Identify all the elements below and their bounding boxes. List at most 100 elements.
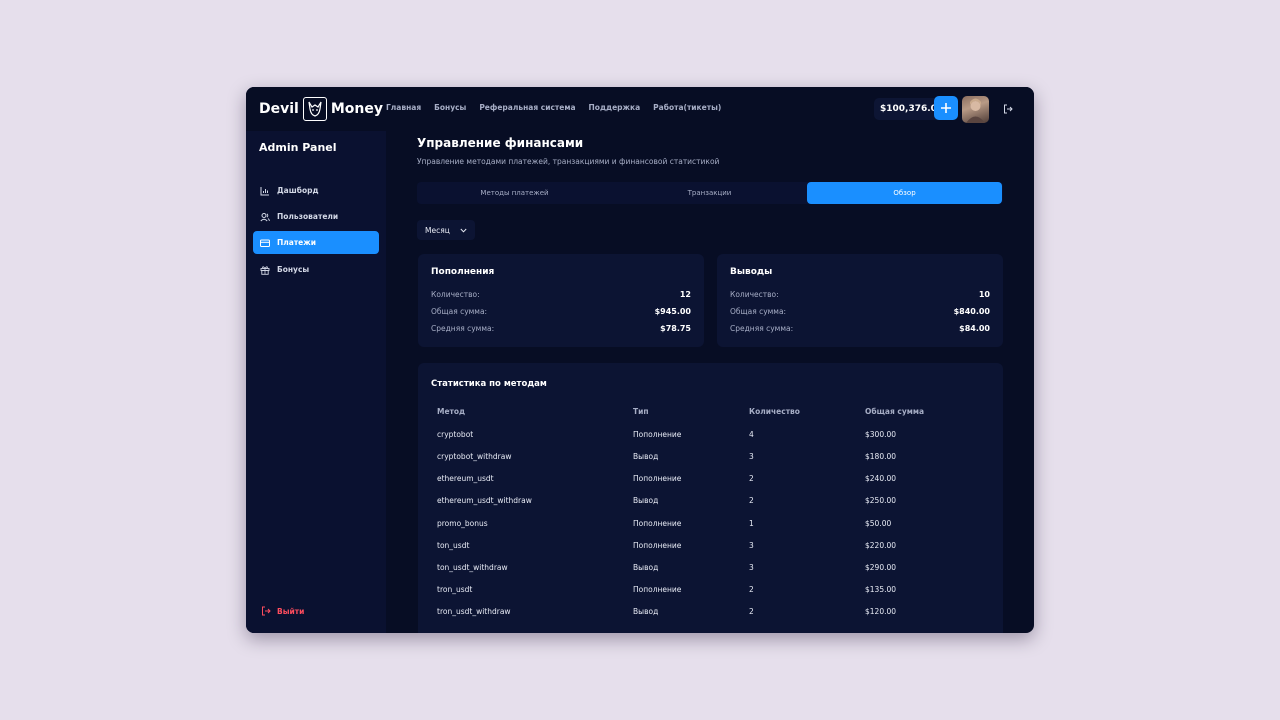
cell-total: $180.00 bbox=[865, 451, 897, 461]
card-icon bbox=[260, 238, 270, 248]
deposits-title: Пополнения bbox=[431, 267, 495, 277]
sidebar-item-payments[interactable]: Платежи bbox=[253, 231, 379, 254]
logout-icon bbox=[262, 606, 271, 616]
nav-support[interactable]: Поддержка bbox=[589, 103, 641, 112]
column-header: Метод bbox=[437, 406, 466, 416]
plus-icon bbox=[941, 103, 951, 113]
table-row: ton_usdt Пополнение 3 $220.00 bbox=[437, 538, 997, 552]
logo-text-right: Money bbox=[330, 101, 383, 117]
period-select[interactable]: Месяц bbox=[417, 220, 475, 240]
app-window: Devil Money Главная Бонусы Реферальная с… bbox=[246, 87, 1034, 633]
sidebar-item-dashboard[interactable]: Дашборд bbox=[253, 179, 379, 202]
avatar[interactable] bbox=[962, 96, 989, 123]
tab-transactions[interactable]: Транзакции bbox=[612, 182, 807, 204]
nav-home[interactable]: Главная bbox=[386, 103, 421, 112]
sidebar-item-label: Пользователи bbox=[277, 212, 339, 221]
cell-total: $300.00 bbox=[865, 429, 897, 439]
top-bar: Devil Money Главная Бонусы Реферальная с… bbox=[246, 87, 1034, 131]
withdrawals-title: Выводы bbox=[730, 267, 773, 277]
deposits-count-row: Количество: 12 bbox=[431, 288, 691, 300]
cell-type: Пополнение bbox=[633, 429, 682, 439]
cell-count: 2 bbox=[749, 606, 754, 616]
cell-method: cryptobot bbox=[437, 429, 474, 439]
table-row: tron_usdt Пополнение 2 $135.00 bbox=[437, 582, 997, 596]
cell-type: Пополнение bbox=[633, 540, 682, 550]
deposits-average-row: Средняя сумма: $78.75 bbox=[431, 322, 691, 334]
cell-total: $120.00 bbox=[865, 606, 897, 616]
sidebar-item-bonuses[interactable]: Бонусы bbox=[253, 258, 379, 281]
stat-value: $840.00 bbox=[953, 306, 990, 316]
devil-logo-icon bbox=[302, 97, 327, 121]
logout-button[interactable] bbox=[999, 100, 1017, 118]
cell-count: 3 bbox=[749, 540, 754, 550]
sidebar-item-users[interactable]: Пользователи bbox=[253, 205, 379, 228]
gift-icon bbox=[260, 265, 270, 275]
stat-value: $945.00 bbox=[654, 306, 691, 316]
cell-type: Вывод bbox=[633, 606, 659, 616]
logout-icon bbox=[1004, 104, 1013, 114]
nav-referral[interactable]: Реферальная система bbox=[479, 103, 575, 112]
cell-type: Вывод bbox=[633, 495, 659, 505]
exit-button[interactable]: Выйти bbox=[261, 606, 304, 616]
page-title: Управление финансами bbox=[417, 136, 584, 150]
methods-stats-card: Статистика по методам Метод Тип Количест… bbox=[418, 363, 1003, 633]
cell-total: $250.00 bbox=[865, 495, 897, 505]
cell-type: Вывод bbox=[633, 562, 659, 572]
exit-label: Выйти bbox=[277, 606, 305, 616]
table-header: Метод Тип Количество Общая сумма bbox=[437, 404, 997, 418]
logo[interactable]: Devil Money bbox=[259, 96, 383, 122]
cell-method: tron_usdt bbox=[437, 584, 473, 594]
page-subtitle: Управление методами платежей, транзакция… bbox=[417, 157, 720, 166]
sidebar-item-label: Бонусы bbox=[277, 265, 310, 274]
withdrawals-average-row: Средняя сумма: $84.00 bbox=[730, 322, 990, 334]
cell-count: 2 bbox=[749, 495, 754, 505]
cell-method: ton_usdt bbox=[437, 540, 470, 550]
cell-total: $220.00 bbox=[865, 540, 897, 550]
stat-value: $84.00 bbox=[959, 323, 990, 333]
stat-label: Средняя сумма: bbox=[431, 323, 495, 333]
stat-label: Количество: bbox=[431, 289, 480, 299]
tab-overview[interactable]: Обзор bbox=[807, 182, 1002, 204]
cell-total: $50.00 bbox=[865, 518, 892, 528]
cell-count: 2 bbox=[749, 584, 754, 594]
cell-method: ethereum_usdt bbox=[437, 473, 494, 483]
table-row: ton_usdt_withdraw Вывод 3 $290.00 bbox=[437, 560, 997, 574]
stat-value: 10 bbox=[978, 289, 990, 299]
cell-method: promo_bonus bbox=[437, 518, 488, 528]
sidebar-item-label: Дашборд bbox=[277, 186, 319, 195]
table-row: ethereum_usdt Пополнение 2 $240.00 bbox=[437, 471, 997, 485]
stat-label: Общая сумма: bbox=[730, 306, 787, 316]
cell-method: cryptobot_withdraw bbox=[437, 451, 512, 461]
admin-panel-title: Admin Panel bbox=[259, 141, 337, 154]
cell-count: 1 bbox=[749, 518, 754, 528]
stat-value: 12 bbox=[679, 289, 691, 299]
cell-type: Пополнение bbox=[633, 584, 682, 594]
deposits-total-row: Общая сумма: $945.00 bbox=[431, 305, 691, 317]
cell-count: 3 bbox=[749, 562, 754, 572]
chart-icon bbox=[260, 186, 270, 196]
tab-payment-methods[interactable]: Методы платежей bbox=[417, 182, 612, 204]
users-icon bbox=[260, 212, 270, 222]
stat-value: $78.75 bbox=[660, 323, 691, 333]
tab-bar: Методы платежей Транзакции Обзор bbox=[417, 182, 1003, 204]
methods-title: Статистика по методам bbox=[431, 379, 547, 389]
table-row: cryptobot Пополнение 4 $300.00 bbox=[437, 427, 997, 441]
withdrawals-total-row: Общая сумма: $840.00 bbox=[730, 305, 990, 317]
table-row: promo_bonus Пополнение 1 $50.00 bbox=[437, 516, 997, 530]
chevron-down-icon bbox=[460, 228, 467, 233]
period-value: Месяц bbox=[425, 225, 450, 235]
stat-label: Количество: bbox=[730, 289, 779, 299]
column-header: Количество bbox=[749, 406, 800, 416]
nav-bonuses[interactable]: Бонусы bbox=[434, 103, 466, 112]
cell-type: Вывод bbox=[633, 451, 659, 461]
top-nav: Главная Бонусы Реферальная система Подде… bbox=[386, 103, 721, 112]
table-row: ethereum_usdt_withdraw Вывод 2 $250.00 bbox=[437, 493, 997, 507]
table-row: tron_usdt_withdraw Вывод 2 $120.00 bbox=[437, 604, 997, 618]
nav-tickets[interactable]: Работа(тикеты) bbox=[653, 103, 721, 112]
stat-label: Общая сумма: bbox=[431, 306, 488, 316]
withdrawals-count-row: Количество: 10 bbox=[730, 288, 990, 300]
column-header: Общая сумма bbox=[865, 406, 925, 416]
withdrawals-card: Выводы Количество: 10 Общая сумма: $840.… bbox=[717, 254, 1003, 347]
cell-total: $135.00 bbox=[865, 584, 897, 594]
add-funds-button[interactable] bbox=[934, 96, 958, 120]
